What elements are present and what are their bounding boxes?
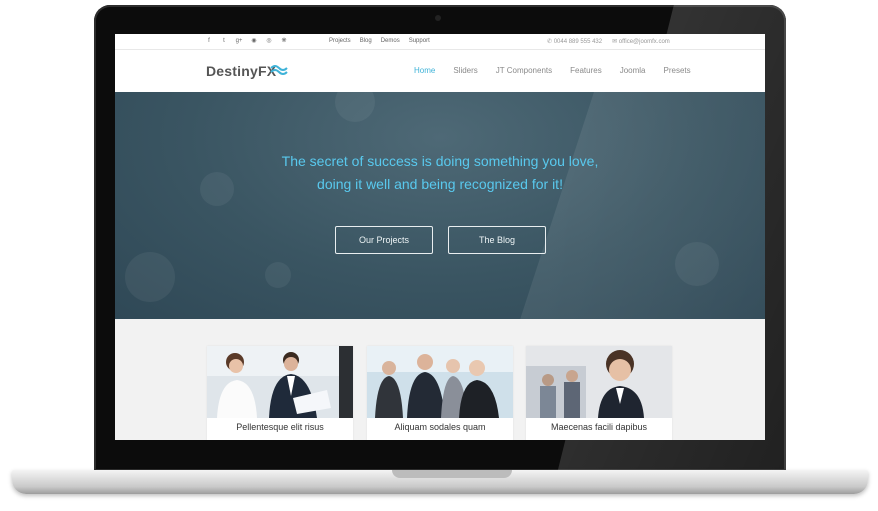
hero-banner: The secret of success is doing something… — [115, 92, 765, 319]
rss-icon[interactable]: ◉ — [250, 38, 258, 45]
twitter-icon[interactable]: t — [220, 38, 228, 45]
logo-wave-icon — [270, 65, 288, 75]
card-caption: Maecenas facili dapibus — [550, 422, 648, 432]
toplink-support[interactable]: Support — [409, 38, 430, 44]
nav-features[interactable]: Features — [570, 66, 602, 75]
laptop-base — [12, 470, 868, 494]
nav-sliders[interactable]: Sliders — [453, 66, 477, 75]
feature-card[interactable]: Maecenas facili dapibus — [526, 346, 672, 440]
feature-card[interactable]: Pellentesque elit risus — [207, 346, 353, 440]
social-icons: f t g+ ◉ ◎ ❋ — [205, 38, 288, 45]
laptop-notch — [392, 470, 512, 478]
phone-icon: ✆ — [547, 39, 554, 45]
website-screen: f t g+ ◉ ◎ ❋ Projects Blog Demos Support… — [115, 34, 765, 440]
site-logo[interactable]: DestinyFX — [206, 63, 276, 79]
facebook-icon[interactable]: f — [205, 38, 213, 45]
card-photo-businesswoman — [526, 346, 672, 418]
contact-info: ✆ 0044 889 555 432 ✉ office@joomfx.com — [547, 38, 670, 45]
email-item[interactable]: ✉ office@joomfx.com — [612, 38, 670, 45]
tagline-line-2: doing it well and being recognized for i… — [317, 176, 563, 192]
top-links: Projects Blog Demos Support — [329, 38, 430, 44]
email-address: office@joomfx.com — [618, 39, 670, 45]
dribbble-icon[interactable]: ◎ — [265, 38, 273, 45]
toplink-demos[interactable]: Demos — [381, 38, 400, 44]
nav-joomla[interactable]: Joomla — [620, 66, 646, 75]
card-caption: Pellentesque elit risus — [236, 422, 324, 432]
feature-card[interactable]: Aliquam sodales quam — [367, 346, 513, 440]
google-plus-icon[interactable]: g+ — [235, 38, 243, 45]
card-caption: Aliquam sodales quam — [394, 422, 486, 432]
hero-tagline: The secret of success is doing something… — [115, 150, 765, 196]
main-nav: Home Sliders JT Components Features Joom… — [414, 66, 691, 75]
tagline-line-1: The secret of success is doing something… — [281, 153, 599, 169]
feature-cards: Pellentesque elit risus Aliquam sodales … — [207, 346, 673, 440]
card-photo-business-meeting — [207, 346, 353, 418]
nav-home[interactable]: Home — [414, 66, 435, 75]
github-icon[interactable]: ❋ — [280, 38, 288, 45]
site-header: DestinyFX Home Sliders JT Components Fea… — [115, 50, 765, 92]
bokeh-light — [265, 262, 291, 288]
camera — [435, 15, 441, 21]
phone-item: ✆ 0044 889 555 432 — [547, 38, 602, 45]
nav-presets[interactable]: Presets — [664, 66, 691, 75]
nav-jt-components[interactable]: JT Components — [496, 66, 552, 75]
our-projects-button[interactable]: Our Projects — [335, 226, 433, 254]
bokeh-light — [335, 92, 375, 122]
toplink-blog[interactable]: Blog — [360, 38, 372, 44]
hero-light-stripe — [509, 92, 765, 319]
bokeh-light — [125, 252, 175, 302]
toplink-projects[interactable]: Projects — [329, 38, 351, 44]
card-photo-business-team — [367, 346, 513, 418]
the-blog-button[interactable]: The Blog — [448, 226, 546, 254]
phone-number: 0044 889 555 432 — [553, 39, 603, 45]
mail-icon: ✉ — [612, 39, 619, 45]
top-bar: f t g+ ◉ ◎ ❋ Projects Blog Demos Support… — [115, 34, 765, 50]
